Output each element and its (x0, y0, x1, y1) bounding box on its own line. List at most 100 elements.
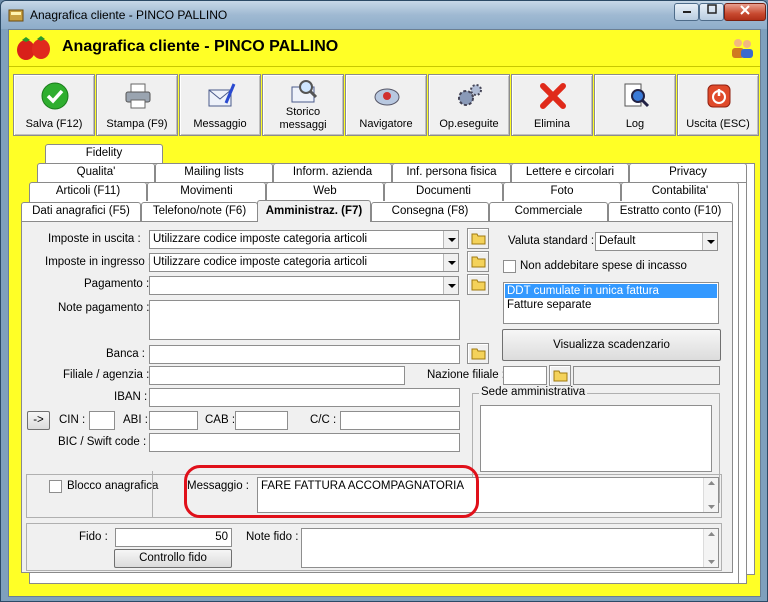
imposte-uscita-select[interactable]: Utilizzare codice imposte categoria arti… (149, 230, 459, 249)
cin-label: CIN : (59, 414, 86, 426)
cab-field[interactable] (235, 411, 288, 430)
scroll-up-icon (708, 532, 715, 536)
iban-field[interactable] (149, 388, 460, 407)
page-title: Anagrafica cliente - PINCO PALLINO (62, 38, 339, 55)
tab-inf-persona-fisica[interactable]: Inf. persona fisica (392, 163, 511, 182)
close-icon (740, 5, 750, 15)
app-icon (8, 9, 24, 22)
list-item[interactable]: Fatture separate (505, 298, 717, 312)
tab-commerciale[interactable]: Commerciale (489, 202, 608, 221)
cin-field[interactable] (89, 411, 115, 430)
tab-web[interactable]: Web (266, 182, 384, 201)
log-button[interactable]: Log (594, 74, 676, 136)
users-icon[interactable] (730, 37, 754, 59)
log-search-icon (624, 83, 650, 108)
minimize-button[interactable] (674, 3, 699, 21)
non-addebitare-label: Non addebitare spese di incasso (520, 260, 687, 272)
note-fido-scrollbar[interactable] (703, 529, 718, 567)
maximize-button[interactable] (699, 3, 724, 21)
save-button[interactable]: Salva (F12) (13, 74, 95, 136)
exit-button[interactable]: Uscita (ESC) (677, 74, 759, 136)
blocco-anagrafica-checkbox[interactable] (49, 480, 62, 493)
pagamento-label: Pagamento : (84, 278, 150, 290)
tab-foto[interactable]: Foto (503, 182, 621, 201)
window-titlebar[interactable]: Anagrafica cliente - PINCO PALLINO (1, 1, 767, 29)
tab-fidelity[interactable]: Fidelity (45, 144, 163, 163)
pagamento-folder-button[interactable] (467, 274, 489, 295)
note-pagamento-label: Note pagamento : (58, 302, 150, 314)
tab-amministraz[interactable]: Amministraz. (F7) (257, 200, 371, 222)
tab-inform-azienda[interactable]: Inform. azienda (273, 163, 392, 182)
iban-label: IBAN : (114, 391, 148, 403)
tab-articoli[interactable]: Articoli (F11) (29, 182, 147, 201)
abi-label: ABI : (123, 414, 148, 426)
minimize-icon (682, 11, 691, 13)
tab-telefono-note[interactable]: Telefono/note (F6) (141, 202, 258, 221)
filiale-field[interactable] (149, 366, 405, 385)
nazione-filiale-folder-button[interactable] (549, 365, 571, 386)
imposte-uscita-label: Imposte in uscita : (48, 233, 141, 245)
imposte-ingresso-label: Imposte in ingresso : (45, 256, 152, 268)
application-window: Anagrafica cliente - PINCO PALLINO Anagr… (0, 0, 768, 602)
controllo-fido-button[interactable]: Controllo fido (114, 549, 232, 568)
bic-field[interactable] (149, 433, 460, 452)
tab-dati-anagrafici[interactable]: Dati anagrafici (F5) (21, 202, 141, 221)
valuta-label: Valuta standard : (508, 235, 595, 247)
sede-amministrativa-field[interactable] (480, 405, 712, 472)
note-fido-field[interactable] (301, 528, 719, 568)
printer-icon (125, 83, 151, 109)
strawberry-icon (17, 36, 50, 60)
nazione-filiale-description (573, 366, 720, 385)
blocco-anagrafica-label: Blocco anagrafica (67, 480, 159, 492)
cc-field[interactable] (340, 411, 460, 430)
messaggio-scrollbar[interactable] (703, 478, 718, 512)
toolbar: Salva (F12) Stampa (F9) Messaggio Storic… (13, 74, 759, 136)
message-history-button[interactable]: Storico messaggi (262, 74, 344, 136)
message-button[interactable]: Messaggio (179, 74, 261, 136)
banca-label: Banca : (106, 348, 145, 360)
folder-icon (471, 233, 486, 245)
cc-label: C/C : (310, 414, 337, 426)
pagamento-select[interactable] (149, 276, 459, 295)
print-button[interactable]: Stampa (F9) (96, 74, 178, 136)
imposte-uscita-folder-button[interactable] (467, 228, 489, 249)
list-item[interactable]: DDT cumulate in unica fattura (505, 284, 717, 298)
power-icon (707, 84, 731, 108)
iban-compose-button[interactable]: -> (27, 411, 50, 430)
tab-consegna[interactable]: Consegna (F8) (371, 202, 489, 221)
chevron-down-icon (443, 254, 458, 271)
tab-estratto-conto[interactable]: Estratto conto (F10) (608, 202, 733, 221)
highlight-annotation (184, 465, 479, 518)
client-area: Anagrafica cliente - PINCO PALLINO Salva… (8, 29, 761, 597)
tab-lettere-circolari[interactable]: Lettere e circolari (511, 163, 629, 182)
imposte-ingresso-select[interactable]: Utilizzare codice imposte categoria arti… (149, 253, 459, 272)
fido-field[interactable]: 50 (115, 528, 232, 547)
banca-field[interactable] (149, 345, 460, 364)
navigator-button[interactable]: Navigatore (345, 74, 427, 136)
non-addebitare-checkbox[interactable] (503, 260, 516, 273)
close-button[interactable] (724, 3, 766, 21)
folder-icon (471, 348, 486, 360)
tab-privacy[interactable]: Privacy (629, 163, 747, 182)
note-pagamento-field[interactable] (149, 300, 460, 340)
operations-button[interactable]: Op.eseguite (428, 74, 510, 136)
sede-amministrativa-label: Sede amministrativa (479, 386, 588, 398)
scroll-up-icon (708, 481, 715, 485)
abi-field[interactable] (149, 411, 198, 430)
divider (152, 471, 153, 517)
valuta-select[interactable]: Default (595, 232, 718, 251)
folder-icon (471, 256, 486, 268)
filiale-label: Filiale / agenzia : (63, 369, 150, 381)
tab-contabilita[interactable]: Contabilita' (621, 182, 739, 201)
tab-mailing-lists[interactable]: Mailing lists (155, 163, 273, 182)
ddt-options-list[interactable]: DDT cumulate in unica fattura Fatture se… (503, 282, 719, 324)
tab-movimenti[interactable]: Movimenti (147, 182, 266, 201)
imposte-ingresso-folder-button[interactable] (467, 251, 489, 272)
banca-folder-button[interactable] (467, 343, 489, 364)
visualizza-scadenzario-button[interactable]: Visualizza scadenzario (502, 329, 721, 361)
tab-qualita[interactable]: Qualita' (37, 163, 155, 182)
delete-button[interactable]: Elimina (511, 74, 593, 136)
nazione-filiale-field[interactable] (503, 366, 547, 385)
tab-documenti[interactable]: Documenti (384, 182, 503, 201)
fido-label: Fido : (79, 531, 108, 543)
